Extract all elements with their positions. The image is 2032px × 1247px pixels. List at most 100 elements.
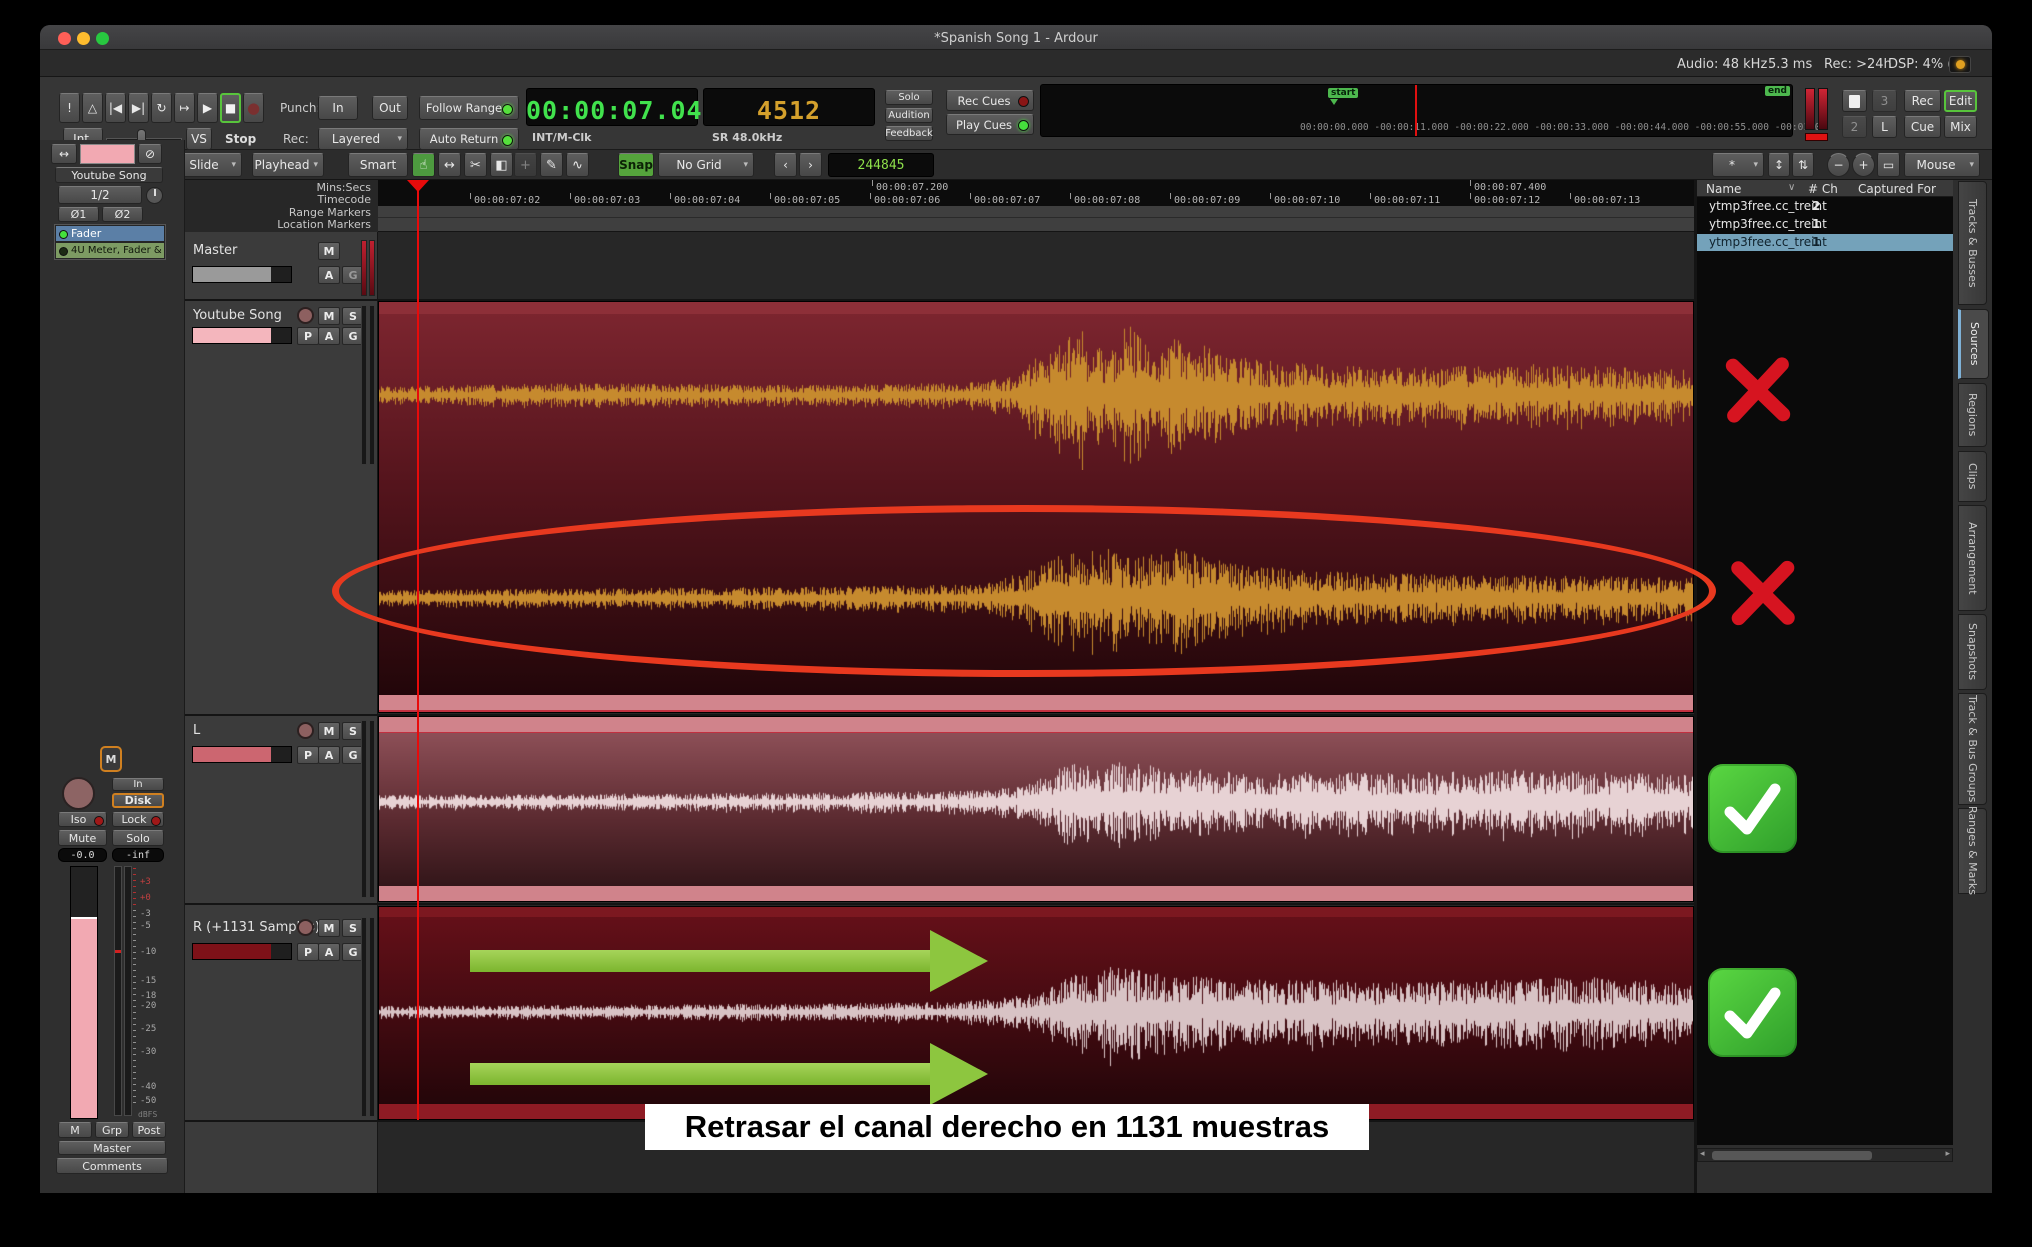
waveform-l[interactable]: [379, 727, 1693, 877]
monitor-section-button[interactable]: [1842, 90, 1867, 112]
l-mute-button[interactable]: M: [318, 722, 340, 740]
monitor-widget[interactable]: M: [100, 746, 122, 772]
metering-point-button[interactable]: M: [58, 1122, 92, 1138]
mouse-mode-move-button[interactable]: +: [514, 153, 537, 177]
sources-hscrollbar[interactable]: ◂ ▸: [1697, 1148, 1953, 1162]
tab-sources[interactable]: Sources: [1958, 309, 1989, 379]
zoom-in-button[interactable]: +: [1852, 153, 1875, 177]
cue-page-button[interactable]: Cue: [1904, 116, 1941, 138]
nudge-forward-button[interactable]: ›: [799, 153, 822, 177]
sources-col-name[interactable]: Name: [1706, 182, 1741, 196]
output-button[interactable]: Master: [58, 1141, 166, 1155]
transport-loop-button[interactable]: ↻: [151, 93, 172, 123]
zoom-out-button[interactable]: −: [1827, 153, 1850, 177]
hide-track-button[interactable]: ⊘: [138, 144, 162, 164]
master-mute-button[interactable]: M: [318, 242, 340, 260]
mouse-mode-cut-button[interactable]: ✂: [464, 153, 487, 177]
phase-1-button[interactable]: Ø1: [58, 207, 99, 222]
grid-mode-dropdown[interactable]: No Grid ▾: [658, 153, 754, 177]
ruler-row-timecode[interactable]: Timecode: [318, 193, 371, 206]
source-row[interactable]: ytmp3free.cc_treint1: [1697, 234, 1953, 251]
strip-mute-button[interactable]: Mute: [58, 830, 107, 846]
zoom-focus-dropdown[interactable]: * ▾: [1712, 153, 1764, 177]
source-row[interactable]: ytmp3free.cc_treint2: [1697, 198, 1953, 215]
transport-metronome-button[interactable]: △: [82, 93, 103, 123]
tab-clips[interactable]: Clips: [1958, 451, 1987, 502]
record-blob[interactable]: [62, 777, 95, 810]
mouse-mode-automation-button[interactable]: ∿: [566, 153, 589, 177]
l-gain-bar[interactable]: [192, 746, 292, 763]
scroll-left-icon[interactable]: ◂: [1700, 1149, 1705, 1159]
end-marker[interactable]: end: [1765, 86, 1790, 96]
track-color-swatch[interactable]: [80, 144, 135, 164]
smart-mode-button[interactable]: Smart: [348, 153, 408, 177]
r-record-enable-button[interactable]: [297, 919, 314, 936]
mouse-mode-draw-button[interactable]: ✎: [540, 153, 563, 177]
waveform-youtube-left[interactable]: [379, 320, 1693, 470]
scroll-right-icon[interactable]: ▸: [1945, 1149, 1950, 1159]
range-markers-ruler[interactable]: [378, 206, 1694, 218]
playhead-line[interactable]: [417, 180, 419, 1120]
youtube-mute-button[interactable]: M: [318, 307, 340, 325]
sources-col-ch[interactable]: # Ch: [1808, 182, 1838, 196]
comments-button[interactable]: Comments: [56, 1158, 168, 1174]
mix-page-button[interactable]: Mix: [1944, 116, 1977, 138]
meter-position-button[interactable]: Post: [132, 1122, 166, 1138]
track-name-youtube-song[interactable]: Youtube Song: [193, 308, 282, 323]
edit-page-button[interactable]: Edit: [1944, 90, 1977, 112]
punch-out-button[interactable]: Out: [372, 96, 408, 120]
l-record-enable-button[interactable]: [297, 722, 314, 739]
location-markers-ruler[interactable]: [378, 218, 1694, 232]
rec-page-button[interactable]: Rec: [1904, 90, 1941, 112]
strip-track-name-button[interactable]: Youtube Song: [55, 167, 163, 183]
monitor-disk-button[interactable]: Disk: [112, 793, 164, 808]
snap-button[interactable]: Snap: [618, 153, 654, 177]
sources-col-captured[interactable]: Captured For: [1858, 182, 1936, 196]
transport-record-button[interactable]: ●: [243, 93, 264, 123]
l-playlist-button[interactable]: P: [297, 746, 319, 764]
track-name-l[interactable]: L: [193, 723, 200, 738]
r-gain-bar[interactable]: [192, 943, 292, 960]
trim-knob[interactable]: [146, 187, 163, 204]
feedback-button[interactable]: Feedback: [885, 126, 933, 141]
transport-play-range-button[interactable]: ↦: [174, 93, 195, 123]
phase-2-button[interactable]: Ø2: [102, 207, 143, 222]
slot-2-button[interactable]: 2: [1842, 116, 1867, 138]
expand-tracks-button[interactable]: ⇅: [1792, 153, 1814, 177]
io-button[interactable]: 1/2: [58, 186, 142, 204]
tab-regions[interactable]: Regions: [1958, 383, 1987, 447]
tab-snapshots[interactable]: Snapshots: [1958, 614, 1987, 690]
master-automation-button[interactable]: A: [318, 266, 340, 284]
processor-meter[interactable]: 4U Meter, Fader &: [56, 243, 164, 258]
tab-track-bus-groups[interactable]: Track & Bus Groups: [1958, 693, 1987, 805]
transport-panic-button[interactable]: !: [59, 93, 80, 123]
transport-go-end-button[interactable]: ▶|: [128, 93, 149, 123]
track-name-master[interactable]: Master: [193, 243, 237, 258]
l-automation-button[interactable]: A: [318, 746, 340, 764]
start-marker[interactable]: start: [1328, 88, 1358, 98]
master-gain-bar[interactable]: [192, 266, 292, 283]
edit-mode-dropdown[interactable]: Slide ▾: [178, 153, 242, 177]
playhead-cursor-icon[interactable]: [407, 180, 429, 192]
ruler-row-location-markers[interactable]: Location Markers: [277, 218, 371, 231]
zoom-to-session-button[interactable]: ▭: [1877, 153, 1900, 177]
rec-mode-dropdown[interactable]: Layered ▾: [318, 128, 408, 150]
mouse-autoscroll-dropdown[interactable]: Mouse ▾: [1904, 153, 1980, 177]
clip-indicator[interactable]: [1805, 133, 1828, 141]
transport-go-start-button[interactable]: |◀: [105, 93, 126, 123]
punch-in-button[interactable]: In: [318, 96, 358, 120]
strip-width-button[interactable]: ↔: [51, 144, 77, 164]
mouse-mode-grab-button[interactable]: ☝: [412, 153, 435, 177]
group-button[interactable]: Grp: [95, 1122, 129, 1138]
strip-fader[interactable]: [70, 866, 98, 1119]
r-playlist-button[interactable]: P: [297, 943, 319, 961]
youtube-record-enable-button[interactable]: [297, 307, 314, 324]
tab-arrangement[interactable]: Arrangement: [1958, 505, 1987, 611]
tab-tracks-busses[interactable]: Tracks & Busses: [1958, 181, 1987, 305]
youtube-gain-bar[interactable]: [192, 327, 292, 344]
r-mute-button[interactable]: M: [318, 919, 340, 937]
strip-solo-button[interactable]: Solo: [112, 830, 164, 846]
processor-fader[interactable]: Fader: [56, 226, 164, 241]
fit-vertical-button[interactable]: ↕: [1768, 153, 1790, 177]
transport-play-button[interactable]: ▶: [197, 93, 218, 123]
